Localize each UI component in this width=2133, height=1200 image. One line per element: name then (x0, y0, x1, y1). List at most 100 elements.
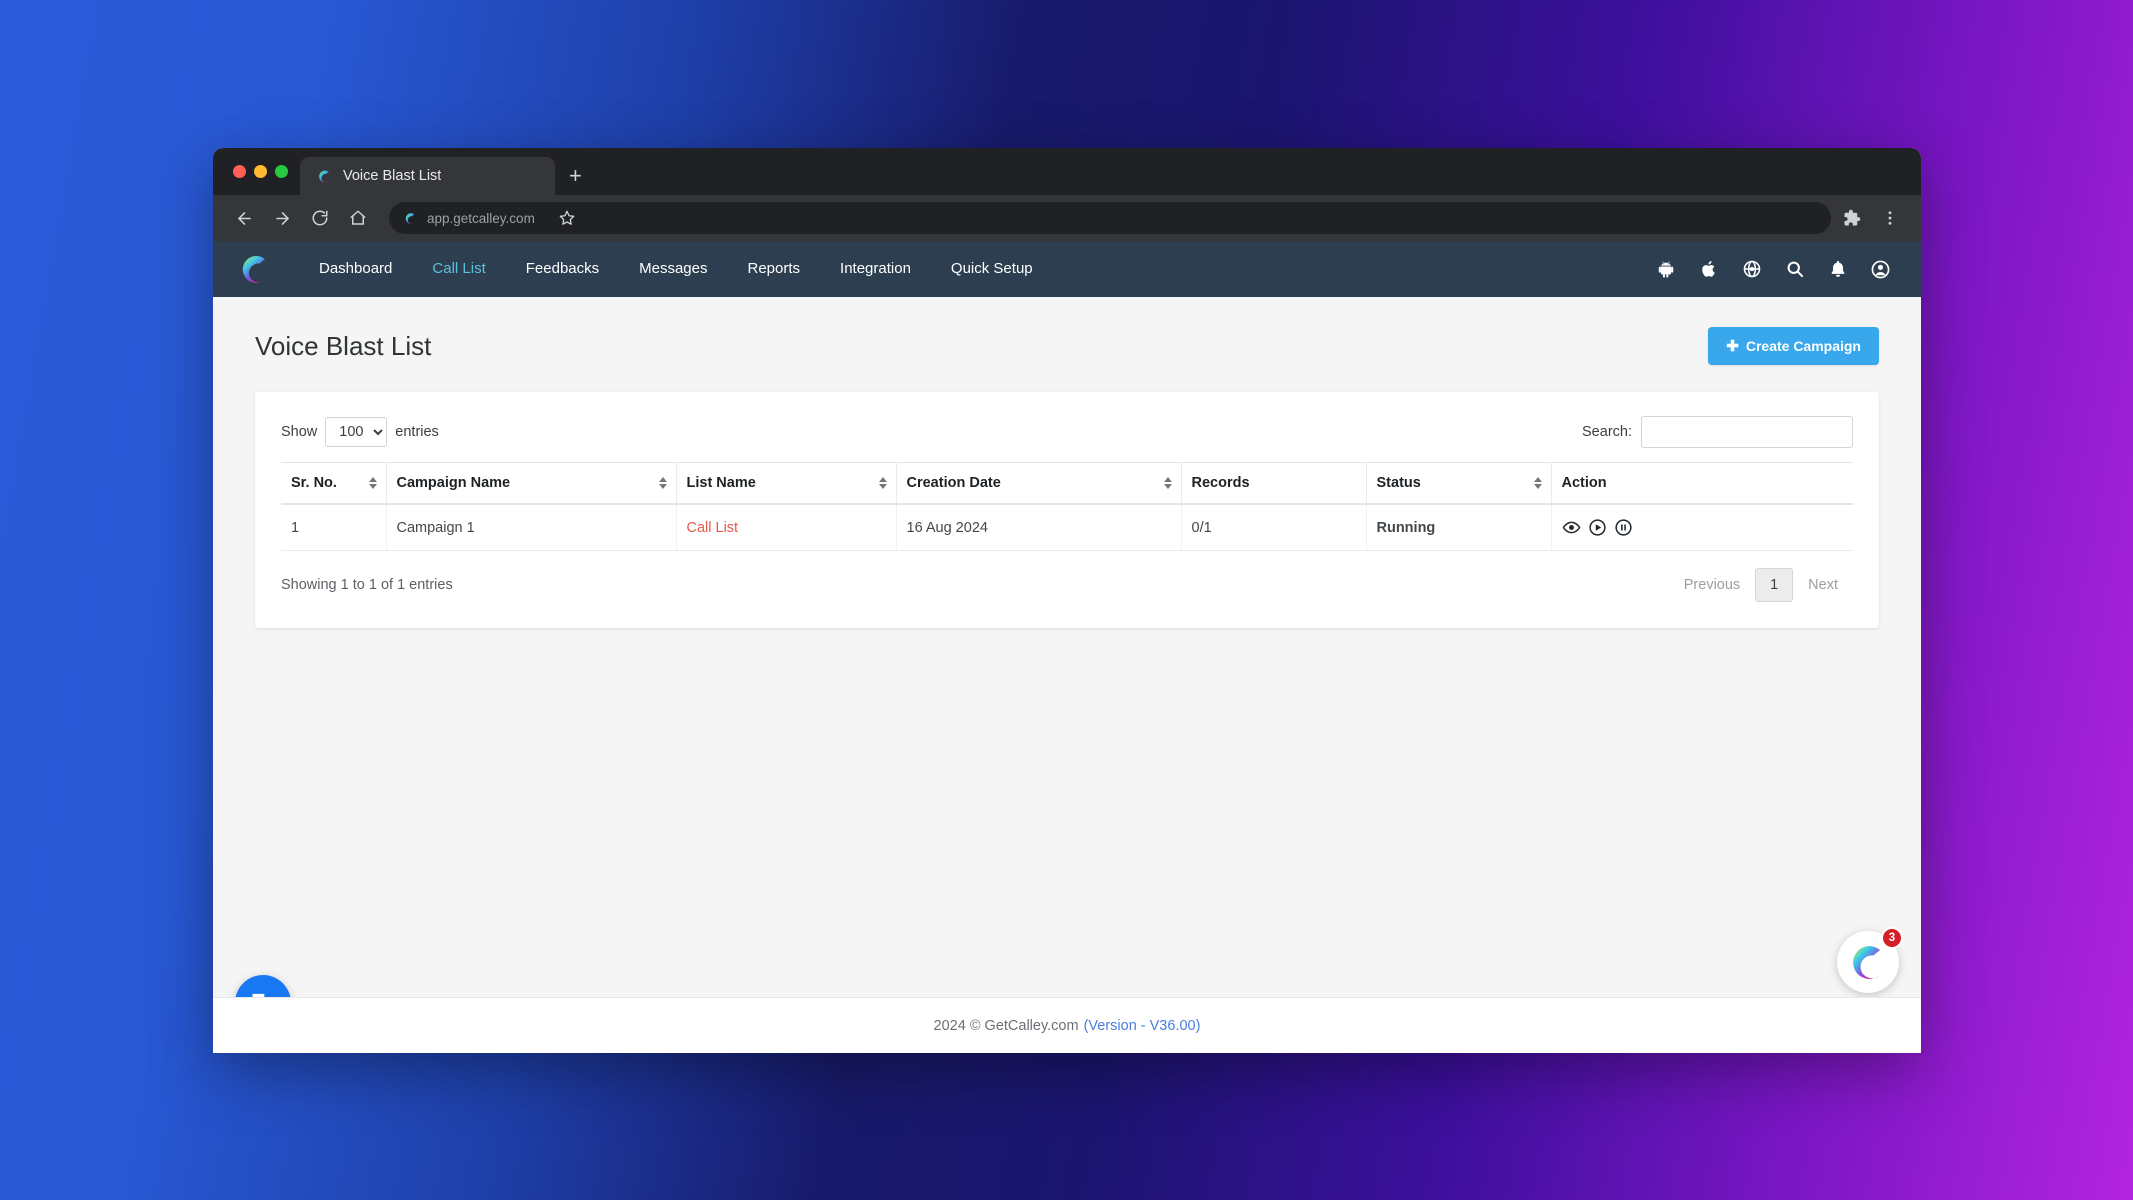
navbar-links: Dashboard Call List Feedbacks Messages R… (299, 241, 1053, 297)
browser-tab-strip: Voice Blast List + (213, 148, 1921, 195)
pagination: Previous 1 Next (1669, 568, 1853, 602)
table-search-control: Search: (1582, 416, 1853, 448)
cell-campaign-name: Campaign 1 (386, 504, 677, 551)
column-header-action: Action (1551, 462, 1853, 505)
column-label: Records (1191, 475, 1250, 491)
maximize-window-button[interactable] (275, 165, 288, 178)
browser-tab-title: Voice Blast List (343, 168, 442, 184)
sort-icon (368, 477, 377, 489)
arrow-left-icon (237, 211, 251, 225)
list-name-link[interactable]: Call List (687, 520, 739, 536)
android-icon[interactable] (1655, 259, 1676, 280)
show-label: Show (281, 424, 318, 440)
pagination-next[interactable]: Next (1793, 568, 1853, 602)
voice-blast-table: Sr. No. Campaign Name List Name Creation… (281, 462, 1853, 551)
pause-circle-icon (1614, 519, 1632, 536)
badge-count: 3 (1881, 927, 1903, 949)
column-label: Action (1561, 475, 1607, 491)
apple-icon[interactable] (1698, 259, 1719, 280)
footer-copyright: 2024 © GetCalley.com (933, 1017, 1079, 1034)
table-body: 1 Campaign 1 Call List 16 Aug 2024 0/1 R… (281, 504, 1853, 551)
nav-link-feedbacks[interactable]: Feedbacks (506, 241, 619, 297)
table-header-row: Sr. No. Campaign Name List Name Creation… (281, 462, 1853, 505)
app-navbar: Dashboard Call List Feedbacks Messages R… (213, 241, 1921, 297)
pagination-page-1[interactable]: 1 (1755, 568, 1794, 602)
bookmark-button[interactable] (550, 201, 584, 235)
web-globe-icon[interactable] (1741, 259, 1762, 280)
pagination-previous[interactable]: Previous (1669, 568, 1755, 602)
column-label: Sr. No. (291, 475, 337, 491)
column-label: Creation Date (906, 475, 1001, 491)
column-header-status[interactable]: Status (1366, 462, 1552, 505)
cell-list-name: Call List (676, 504, 897, 551)
table-head: Sr. No. Campaign Name List Name Creation… (281, 462, 1853, 505)
column-label: List Name (686, 475, 756, 491)
nav-link-dashboard[interactable]: Dashboard (299, 241, 412, 297)
create-campaign-button[interactable]: ✚ Create Campaign (1708, 327, 1879, 365)
home-button[interactable] (341, 201, 375, 235)
column-header-records: Records (1181, 462, 1367, 505)
reload-icon (312, 210, 328, 226)
search-icon[interactable] (1784, 259, 1805, 280)
arrow-right-icon (275, 211, 289, 225)
browser-menu-button[interactable] (1873, 201, 1907, 235)
column-label: Campaign Name (396, 475, 511, 491)
page-length-select[interactable]: 10 25 50 100 (325, 417, 388, 447)
address-bar-url: app.getcalley.com (427, 210, 535, 226)
extensions-button[interactable] (1835, 201, 1869, 235)
cell-records: 0/1 (1181, 504, 1367, 551)
sort-icon (1533, 477, 1542, 489)
start-action-button[interactable] (1588, 518, 1607, 537)
entries-label: entries (395, 424, 439, 440)
play-circle-icon (1588, 519, 1606, 536)
three-dot-menu-icon (1888, 211, 1892, 225)
page-title: Voice Blast List (255, 330, 432, 361)
pause-action-button[interactable] (1614, 518, 1633, 537)
calley-help-badge[interactable]: 3 (1837, 927, 1903, 993)
nav-link-messages[interactable]: Messages (619, 241, 727, 297)
calley-logo-icon (319, 170, 329, 182)
reload-button[interactable] (303, 201, 337, 235)
eye-icon (1562, 521, 1580, 534)
calley-logo-icon[interactable] (237, 250, 273, 288)
search-input[interactable] (1641, 416, 1853, 448)
omnibox-actions (550, 201, 584, 235)
user-circle-icon[interactable] (1870, 259, 1891, 280)
new-tab-button[interactable]: + (555, 157, 596, 195)
navbar-icons (1655, 259, 1891, 280)
page-header: Voice Blast List ✚ Create Campaign (213, 297, 1921, 365)
back-button[interactable] (227, 201, 261, 235)
view-action-button[interactable] (1562, 518, 1581, 537)
cell-sr-no: 1 (281, 504, 387, 551)
column-header-creation-date[interactable]: Creation Date (896, 462, 1182, 505)
address-bar[interactable]: app.getcalley.com (389, 202, 1831, 234)
column-header-list-name[interactable]: List Name (676, 462, 897, 505)
table-row: 1 Campaign 1 Call List 16 Aug 2024 0/1 R… (281, 504, 1853, 551)
forward-button[interactable] (265, 201, 299, 235)
nav-link-integration[interactable]: Integration (820, 241, 931, 297)
minimize-window-button[interactable] (254, 165, 267, 178)
close-window-button[interactable] (233, 165, 246, 178)
column-header-sr-no[interactable]: Sr. No. (281, 462, 387, 505)
nav-link-reports[interactable]: Reports (728, 241, 821, 297)
nav-link-call-list[interactable]: Call List (412, 241, 505, 297)
footer-version-link[interactable]: (Version - V36.00) (1084, 1018, 1201, 1034)
table-info-text: Showing 1 to 1 of 1 entries (281, 577, 453, 593)
voice-blast-list-card: Show 10 25 50 100 entries Search: (255, 392, 1879, 628)
bell-icon[interactable] (1827, 259, 1848, 280)
sort-icon (658, 477, 667, 489)
home-icon (350, 210, 366, 225)
sort-icon (878, 477, 887, 489)
app-footer: 2024 © GetCalley.com (Version - V36.00) (213, 997, 1921, 1053)
cell-actions (1551, 504, 1853, 551)
page-length-control: Show 10 25 50 100 entries (281, 417, 439, 447)
column-header-campaign-name[interactable]: Campaign Name (386, 462, 677, 505)
star-icon (559, 210, 575, 225)
browser-tab[interactable]: Voice Blast List (300, 157, 555, 195)
puzzle-icon (1844, 209, 1861, 226)
calley-logo-icon (405, 212, 415, 224)
create-campaign-label: Create Campaign (1745, 338, 1861, 354)
status-badge: Running (1366, 504, 1552, 551)
nav-link-quick-setup[interactable]: Quick Setup (931, 241, 1053, 297)
page-body: Voice Blast List ✚ Create Campaign Show … (213, 297, 1921, 1053)
